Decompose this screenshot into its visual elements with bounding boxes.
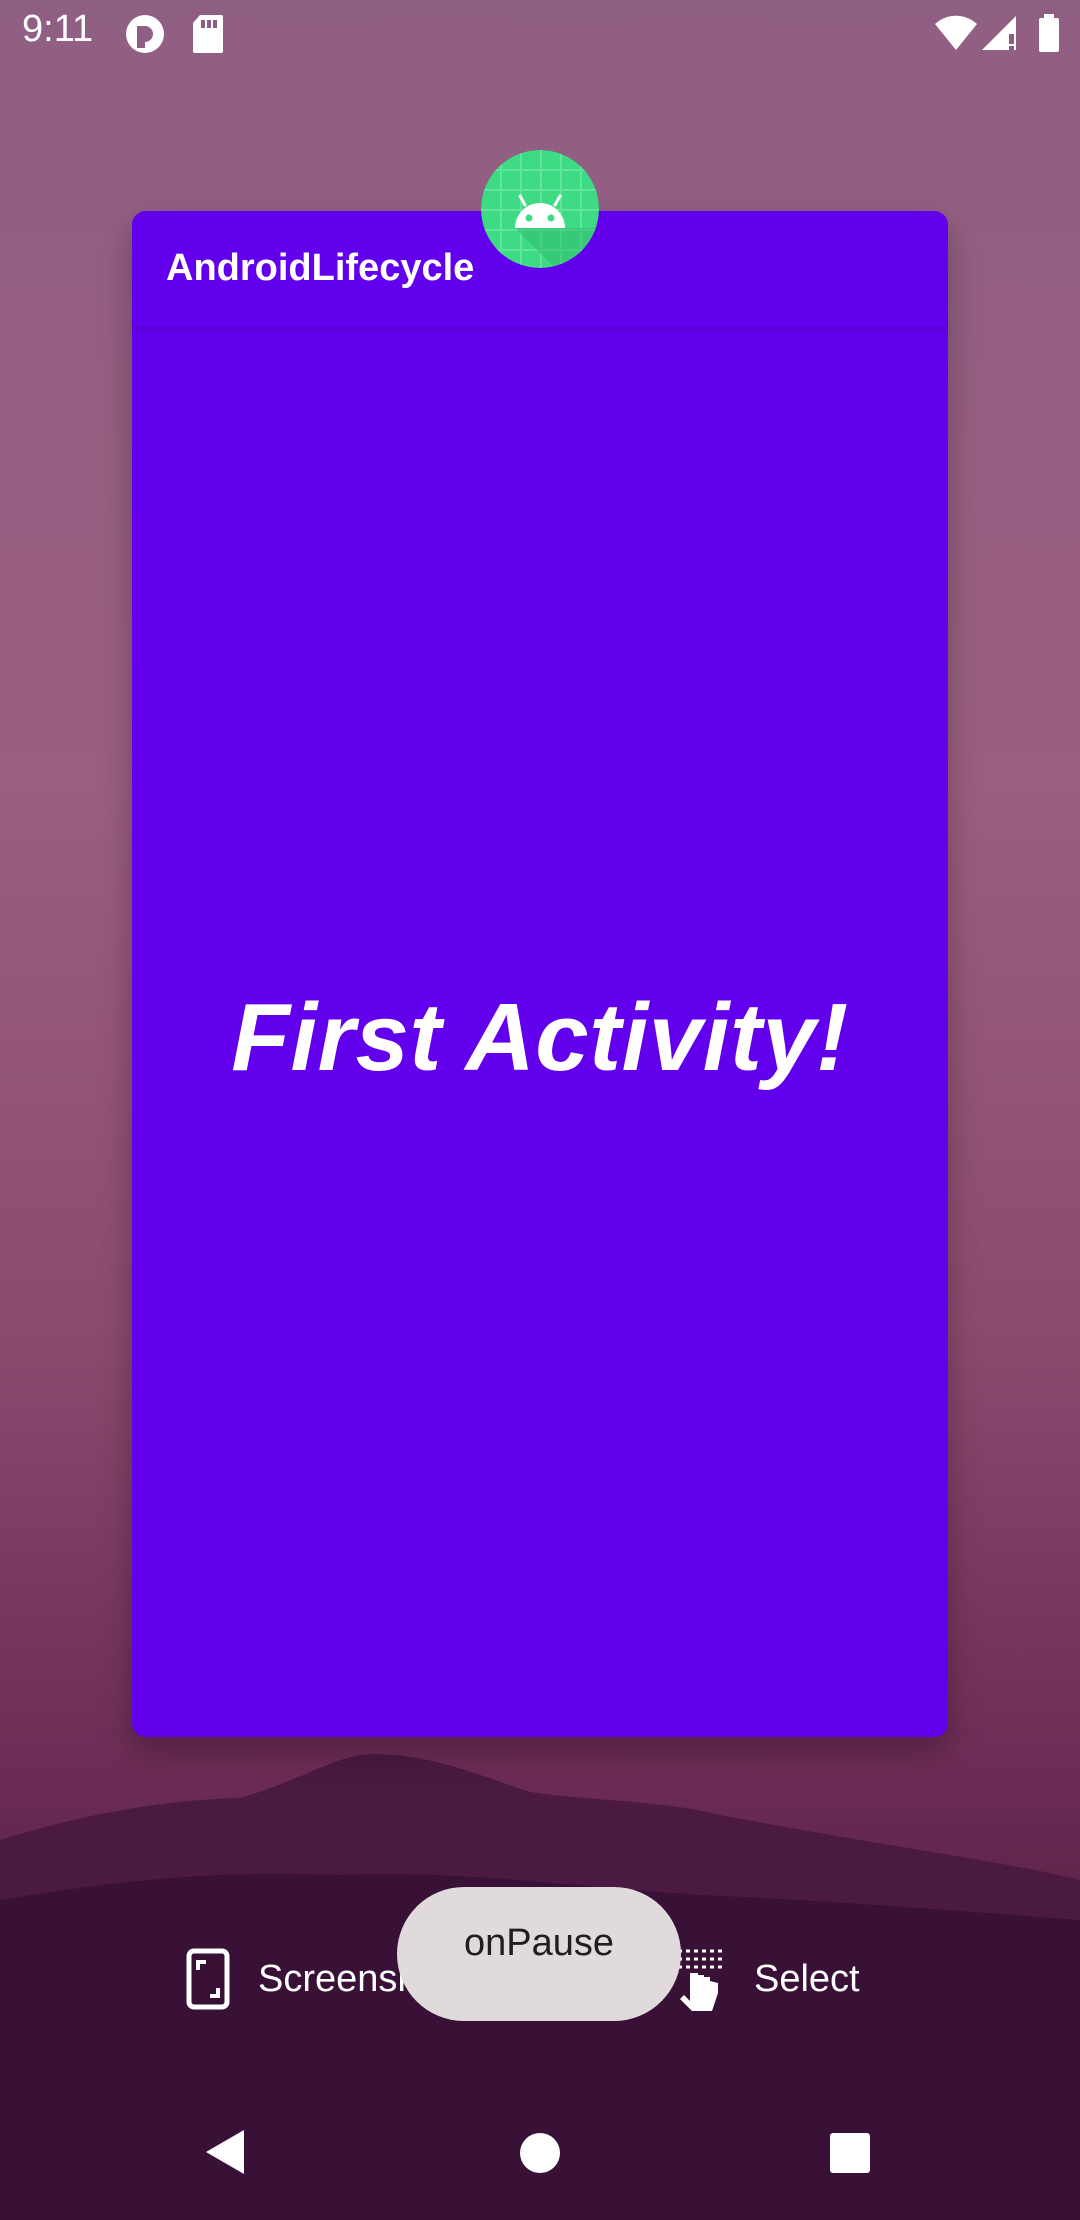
screenshot-icon bbox=[186, 1948, 230, 2010]
pocket-casts-icon bbox=[126, 15, 164, 53]
android-app-icon[interactable] bbox=[481, 150, 599, 268]
app-title: AndroidLifecycle bbox=[166, 247, 475, 289]
wifi-icon bbox=[935, 15, 977, 50]
select-label: Select bbox=[754, 1957, 860, 2000]
status-time: 9:11 bbox=[22, 8, 94, 50]
signal-icon bbox=[982, 16, 1016, 50]
sd-card-icon bbox=[193, 15, 223, 53]
recents-icon[interactable] bbox=[829, 2132, 871, 2174]
activity-heading: First Activity! bbox=[231, 984, 849, 1091]
home-icon[interactable] bbox=[519, 2132, 561, 2174]
navigation-bar bbox=[0, 2100, 1080, 2220]
status-bar: 9:11 bbox=[0, 0, 1080, 66]
toast-message: onPause bbox=[397, 1887, 681, 2021]
back-icon[interactable] bbox=[204, 2128, 246, 2176]
battery-icon bbox=[1039, 14, 1059, 52]
recent-app-card[interactable]: AndroidLifecycle First Activity! bbox=[132, 211, 948, 1737]
select-button[interactable]: Select bbox=[668, 1946, 860, 2012]
